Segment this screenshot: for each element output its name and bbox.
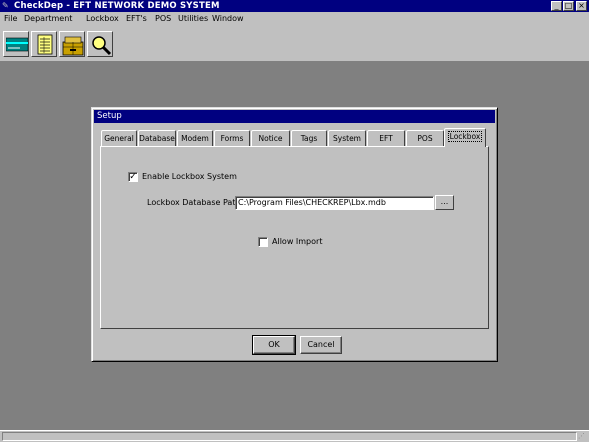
- tab-forms[interactable]: Forms: [214, 130, 250, 146]
- setup-dialog: Setup General Database Modem Forms Notic…: [91, 107, 498, 362]
- window-title: CheckDep - EFT NETWORK DEMO SYSTEM: [14, 1, 220, 11]
- allow-import-checkbox[interactable]: [258, 237, 268, 247]
- tab-eft[interactable]: EFT: [367, 130, 405, 146]
- dialog-title-bar[interactable]: Setup: [94, 110, 495, 123]
- close-button[interactable]: ×: [576, 1, 587, 11]
- search-button[interactable]: [87, 31, 113, 57]
- browse-button[interactable]: ...: [435, 195, 454, 210]
- tab-notice[interactable]: Notice: [251, 130, 290, 146]
- cancel-button[interactable]: Cancel: [300, 336, 342, 354]
- tab-modem[interactable]: Modem: [177, 130, 213, 146]
- card-button[interactable]: [3, 31, 29, 57]
- main-title-bar[interactable]: ✎ CheckDep - EFT NETWORK DEMO SYSTEM _ □…: [0, 0, 589, 12]
- dialog-title: Setup: [97, 111, 122, 121]
- enable-lockbox-label: Enable Lockbox System: [142, 172, 237, 181]
- menu-lockbox[interactable]: Lockbox: [86, 13, 119, 25]
- db-path-label: Lockbox Database Path: [147, 198, 241, 207]
- enable-lockbox-checkbox[interactable]: ✓: [128, 172, 138, 182]
- tab-system[interactable]: System: [328, 130, 366, 146]
- tab-pos[interactable]: POS: [406, 130, 444, 146]
- ok-button[interactable]: OK: [252, 335, 296, 355]
- status-bar: ⋰: [0, 430, 589, 442]
- menu-bar: File Department Lockbox EFT's POS Utilit…: [0, 12, 589, 26]
- tab-database[interactable]: Database: [138, 130, 176, 146]
- card-icon: [6, 37, 28, 52]
- menu-window[interactable]: Window: [212, 13, 244, 25]
- app-icon[interactable]: ✎: [2, 1, 12, 11]
- menu-efts[interactable]: EFT's: [126, 13, 147, 25]
- menu-department[interactable]: Department: [24, 13, 72, 25]
- menu-file[interactable]: File: [4, 13, 17, 25]
- resize-grip-icon[interactable]: ⋰: [578, 432, 587, 441]
- search-icon: [92, 36, 112, 56]
- tab-tags[interactable]: Tags: [291, 130, 327, 146]
- allow-import-label: Allow Import: [272, 237, 323, 246]
- ledger-button[interactable]: [31, 31, 57, 57]
- minimize-button[interactable]: _: [551, 1, 562, 11]
- maximize-button[interactable]: □: [563, 1, 574, 11]
- tab-general[interactable]: General: [101, 130, 137, 146]
- menu-utilities[interactable]: Utilities: [178, 13, 208, 25]
- cash-drawer-button[interactable]: [59, 31, 85, 57]
- menu-pos[interactable]: POS: [155, 13, 171, 25]
- cash-drawer-icon: [62, 36, 84, 56]
- ledger-icon: [37, 34, 53, 55]
- toolbar: [0, 26, 589, 62]
- tab-lockbox[interactable]: Lockbox: [444, 128, 486, 147]
- db-path-input[interactable]: C:\Program Files\CHECKREP\Lbx.mdb: [235, 196, 434, 210]
- status-panel: [2, 432, 577, 441]
